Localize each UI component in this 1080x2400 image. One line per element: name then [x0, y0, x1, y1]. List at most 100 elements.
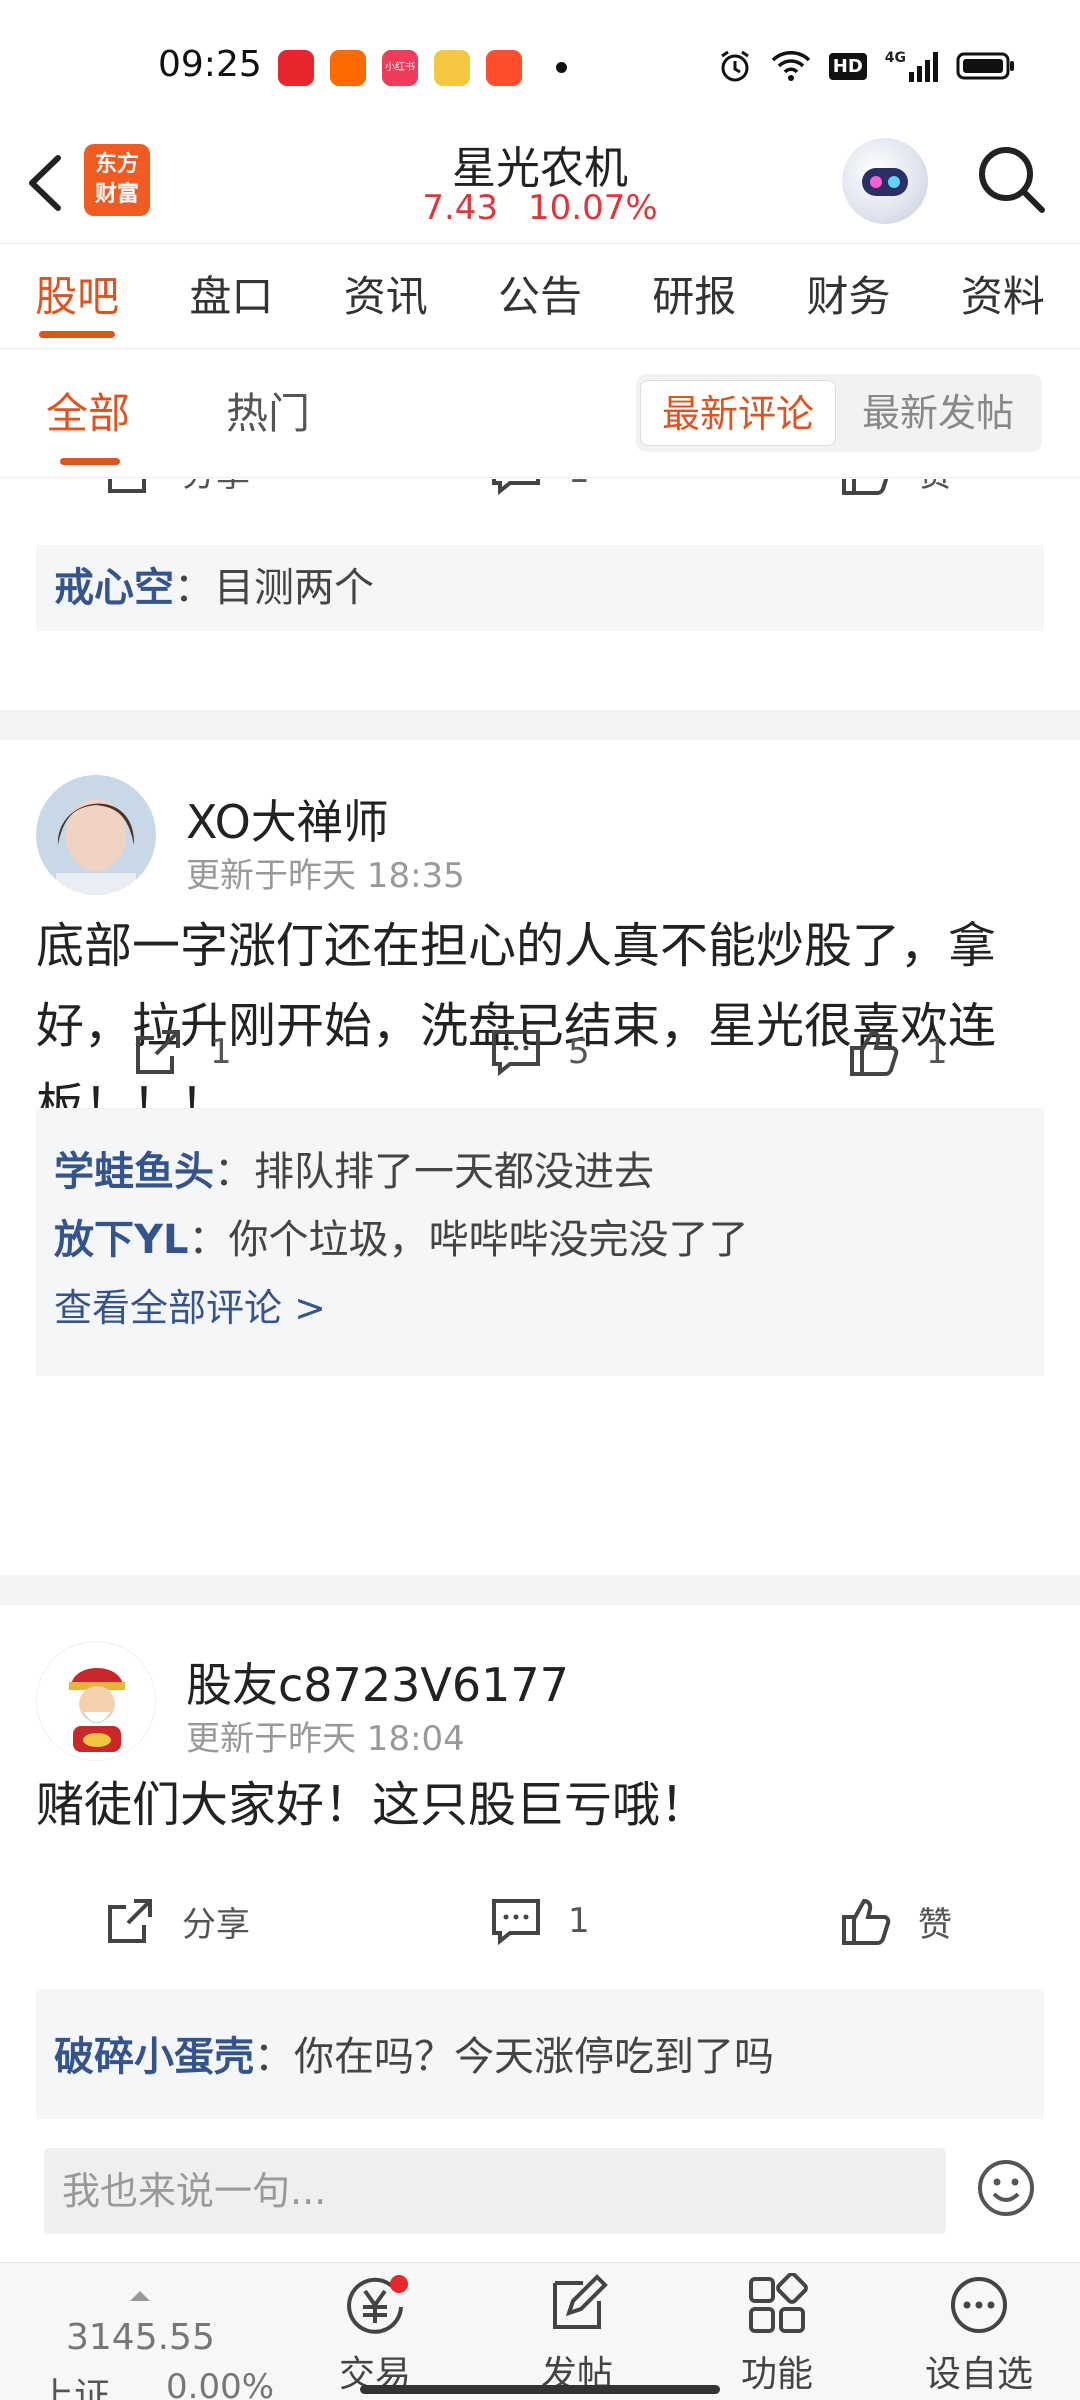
sort-latest-post-button[interactable]: 最新发帖	[840, 380, 1036, 446]
author-name[interactable]: XO大禅师	[186, 786, 389, 852]
notification-app-icon-5	[486, 50, 522, 86]
like-button[interactable]: 赞	[840, 479, 952, 497]
comment-count: 5	[568, 1032, 590, 1072]
share-label: 分享	[182, 1904, 250, 1945]
comment-username[interactable]: 学蛙鱼头	[54, 1149, 214, 1195]
share-label: 分享	[182, 479, 250, 496]
hd-icon: HD	[828, 52, 867, 80]
post-divider	[0, 710, 1080, 740]
sub-tabs: 全部 热门 最新评论 最新发帖	[0, 350, 1080, 478]
like-count: 1	[926, 1032, 948, 1072]
index-value: 3145.55	[66, 2317, 215, 2358]
stock-change-pct: 10.07%	[528, 188, 658, 228]
emoji-icon[interactable]	[976, 2158, 1036, 2218]
status-icons: HD 4G	[717, 48, 1016, 84]
comment-button[interactable]: 5	[490, 1026, 590, 1078]
like-button[interactable]: 赞	[840, 1895, 952, 1947]
comment-button[interactable]: 1	[490, 479, 590, 497]
nav-label: 设自选	[924, 2354, 1033, 2395]
sort-switch: 最新评论 最新发帖	[636, 374, 1042, 452]
share-button[interactable]: 分享	[104, 479, 250, 497]
share-button[interactable]: 1	[132, 1026, 232, 1078]
thumbs-up-icon	[842, 479, 889, 495]
comment-text: ：你在吗？今天涨停吃到了吗	[254, 2034, 774, 2080]
like-button[interactable]: 1	[848, 1026, 948, 1078]
partial-post-actions: 分享 1 赞	[0, 479, 1080, 505]
wifi-icon	[771, 51, 810, 81]
market-index-widget[interactable]: 3145.55 上证 0.00%	[38, 2281, 274, 2400]
stock-price: 7.43	[422, 188, 499, 228]
signal-icon: 4G	[885, 50, 938, 82]
author-name[interactable]: 股友c8723V6177	[186, 1649, 569, 1715]
notification-app-icon-3: 小红书	[382, 50, 418, 86]
tab-news[interactable]: 资讯	[309, 245, 463, 348]
tab-announcements[interactable]: 公告	[463, 245, 617, 348]
comment-username[interactable]: 破碎小蛋壳	[54, 2034, 254, 2080]
post-body[interactable]: 赌徒们大家好！这只股巨亏哦！	[36, 1765, 1046, 1845]
sub-tab-underline	[60, 458, 120, 465]
network-type-label: 4G	[884, 50, 906, 66]
tab-profile[interactable]: 资料	[926, 245, 1080, 348]
nav-trade[interactable]: 交易	[300, 2273, 450, 2397]
tab-finance[interactable]: 财务	[771, 245, 925, 348]
robot-assistant-icon[interactable]	[842, 138, 928, 224]
battery-icon	[956, 52, 1014, 80]
thumbs-up-icon	[842, 1898, 891, 1945]
comment-preview: 戒心空：目测两个	[36, 554, 1044, 622]
comment-text: ：你个垃圾，哔哔哔没完没了了	[188, 1217, 749, 1263]
comment-preview: 破碎小蛋壳：你在吗？今天涨停吃到了吗	[36, 2023, 1044, 2091]
post-divider	[0, 1575, 1080, 1605]
post-time: 更新于昨天 18:35	[186, 856, 465, 896]
sub-tab-all[interactable]: 全部	[46, 380, 130, 441]
share-icon	[108, 1899, 152, 1943]
view-all-comments-link[interactable]: 查看全部评论 >	[36, 1274, 1044, 1342]
notification-app-icon-4	[434, 50, 470, 86]
index-name: 上证	[38, 2376, 111, 2400]
comment-preview-box[interactable]: 破碎小蛋壳：你在吗？今天涨停吃到了吗	[36, 1989, 1044, 2119]
avatar[interactable]	[36, 1641, 156, 1761]
stock-header: 东方 财富 星光农机 7.43 10.07%	[0, 132, 1080, 244]
more-notifications-dot	[556, 62, 567, 73]
home-indicator[interactable]	[360, 2385, 720, 2394]
sort-latest-comment-button[interactable]: 最新评论	[640, 380, 836, 446]
comment-preview-box[interactable]: 学蛙鱼头：排队排了一天都没进去 放下YL：你个垃圾，哔哔哔没完没了了 查看全部评…	[36, 1108, 1044, 1376]
notification-dot	[390, 2275, 408, 2293]
comment-icon	[492, 1899, 540, 1946]
bottom-nav: 3145.55 上证 0.00% 交易 发帖 功能 设自选	[0, 2262, 1080, 2400]
more-circle-icon	[951, 2277, 1007, 2333]
comment-button[interactable]: 1	[490, 1895, 590, 1947]
main-tabs: 股吧 盘口 资讯 公告 研报 财务 资料	[0, 245, 1080, 349]
nav-watchlist[interactable]: 设自选	[904, 2273, 1054, 2397]
index-change-pct: 0.00%	[166, 2367, 275, 2400]
tab-research[interactable]: 研报	[617, 245, 771, 348]
like-label: 赞	[918, 1904, 952, 1945]
post-feed[interactable]: 分享 1 赞 戒心空：目测两个 XO大禅师 更新于昨天 18:35 底部一字涨仃…	[0, 479, 1080, 2119]
comment-input[interactable]: 我也来说一句...	[44, 2148, 946, 2234]
compose-icon	[553, 2274, 608, 2329]
comment-username[interactable]: 放下YL	[54, 1217, 188, 1263]
tab-pankou[interactable]: 盘口	[154, 245, 308, 348]
avatar[interactable]	[36, 775, 156, 895]
nav-label: 功能	[740, 2354, 813, 2395]
post-item[interactable]: XO大禅师 更新于昨天 18:35 底部一字涨仃还在担心的人真不能炒股了，拿好，…	[0, 740, 1080, 1520]
sub-tab-hot[interactable]: 热门	[226, 380, 310, 441]
like-label: 赞	[918, 479, 952, 496]
search-icon[interactable]	[974, 142, 1050, 218]
notification-app-icon-1	[278, 50, 314, 86]
nav-post[interactable]: 发帖	[502, 2273, 652, 2397]
post-item[interactable]: 股友c8723V6177 更新于昨天 18:04 赌徒们大家好！这只股巨亏哦！ …	[0, 1605, 1080, 2119]
comment-preview: 放下YL：你个垃圾，哔哔哔没完没了了	[36, 1206, 1044, 1274]
share-button[interactable]: 分享	[104, 1895, 250, 1947]
comment-count: 1	[568, 479, 590, 491]
comment-text: ：排队排了一天都没进去	[214, 1149, 654, 1195]
share-icon	[108, 479, 146, 493]
comment-preview-box[interactable]: 戒心空：目测两个	[36, 545, 1044, 631]
tab-guba[interactable]: 股吧	[0, 245, 154, 348]
status-time: 09:25	[158, 44, 262, 85]
comment-username[interactable]: 戒心空	[54, 565, 174, 611]
post-time: 更新于昨天 18:04	[186, 1719, 465, 1759]
nav-functions[interactable]: 功能	[702, 2273, 852, 2397]
comment-icon	[492, 1030, 540, 1077]
comment-icon	[492, 479, 540, 496]
reply-input-bar: 我也来说一句...	[0, 2120, 1080, 2260]
